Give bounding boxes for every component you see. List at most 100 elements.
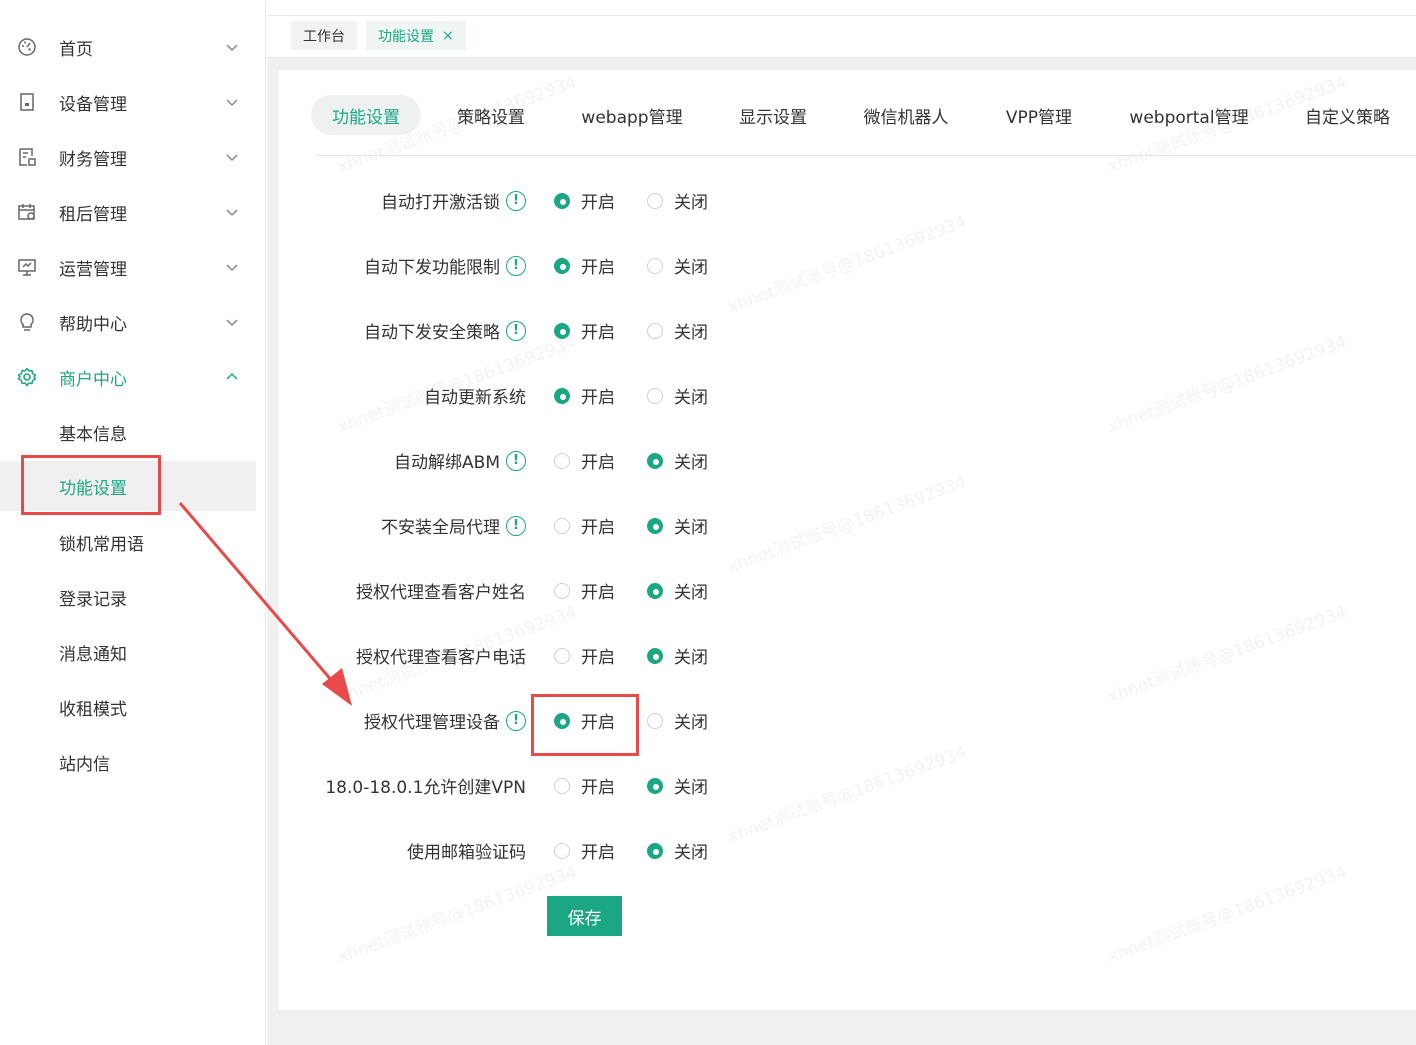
radio-disable[interactable]: 关闭 (647, 513, 708, 538)
settings-tab-wechat-bot[interactable]: 微信机器人 (853, 95, 959, 135)
radio-enable[interactable]: 开启 (554, 513, 615, 538)
chevron-down-icon (226, 99, 238, 107)
menu-item-home[interactable]: 首页 (0, 22, 266, 72)
menu-item-help-center[interactable]: 帮助中心 (0, 297, 266, 347)
setting-label: 授权代理查看客户电话 (356, 643, 526, 668)
setting-label-text: 自动更新系统 (424, 388, 526, 408)
menu-item-device-management[interactable]: 设备管理 (0, 77, 266, 127)
settings-tab-feature[interactable]: 功能设置 (311, 95, 421, 135)
sidebar-item-notifications[interactable]: 消息通知 (0, 627, 256, 677)
radio-enable[interactable]: 开启 (554, 838, 615, 863)
radio-dot[interactable] (647, 647, 663, 664)
radio-dot[interactable] (647, 322, 663, 339)
radio-label: 开启 (581, 518, 615, 538)
radio-dot[interactable] (647, 582, 663, 599)
menu-item-finance-management[interactable]: 财务管理 (0, 132, 266, 182)
radio-dot[interactable] (554, 517, 570, 534)
radio-dot[interactable] (554, 257, 570, 274)
radio-disable[interactable]: 关闭 (647, 643, 708, 668)
sidebar-item-login-records[interactable]: 登录记录 (0, 572, 256, 622)
save-button[interactable]: 保存 (547, 896, 622, 936)
radio-dot[interactable] (647, 777, 663, 794)
menu-item-post-rental-management[interactable]: 租后管理 (0, 187, 266, 237)
tab-workbench[interactable]: 工作台 (291, 21, 357, 50)
chevron-down-icon (226, 209, 238, 217)
radio-enable[interactable]: 开启 (554, 253, 615, 278)
radio-dot[interactable] (647, 712, 663, 729)
radio-dot[interactable] (554, 192, 570, 209)
radio-disable[interactable]: 关闭 (647, 578, 708, 603)
radio-dot[interactable] (647, 257, 663, 274)
menu-item-label: 运营管理 (59, 259, 127, 280)
info-icon[interactable]: ! (506, 710, 526, 731)
setting-label-text: 授权代理查看客户姓名 (356, 583, 526, 603)
radio-label: 开启 (581, 388, 615, 408)
info-icon[interactable]: ! (506, 515, 526, 536)
radio-disable[interactable]: 关闭 (647, 773, 708, 798)
radio-disable[interactable]: 关闭 (647, 708, 708, 733)
radio-dot[interactable] (647, 387, 663, 404)
sidebar-item-lock-phrases[interactable]: 锁机常用语 (0, 517, 256, 567)
device-icon (17, 92, 37, 112)
setting-label: 不安装全局代理! (381, 513, 526, 538)
settings-tab-webapp[interactable]: webapp管理 (571, 95, 693, 135)
radio-disable[interactable]: 关闭 (647, 448, 708, 473)
radio-disable[interactable]: 关闭 (647, 253, 708, 278)
settings-tab-custom-strategy[interactable]: 自定义策略 (1289, 95, 1406, 135)
info-icon[interactable]: ! (506, 255, 526, 276)
radio-dot[interactable] (554, 387, 570, 404)
menu-item-label: 设备管理 (59, 94, 127, 115)
radio-label: 开启 (581, 778, 615, 798)
radio-dot[interactable] (554, 452, 570, 469)
radio-disable[interactable]: 关闭 (647, 318, 708, 343)
radio-enable[interactable]: 开启 (554, 448, 615, 473)
radio-label: 开启 (581, 648, 615, 668)
radio-dot[interactable] (554, 842, 570, 859)
radio-enable[interactable]: 开启 (554, 773, 615, 798)
radio-dot[interactable] (554, 647, 570, 664)
settings-tab-webportal[interactable]: webportal管理 (1119, 95, 1259, 135)
radio-enable[interactable]: 开启 (554, 383, 615, 408)
sidebar-item-rent-mode[interactable]: 收租模式 (0, 682, 256, 732)
sub-item-label: 锁机常用语 (59, 534, 144, 555)
info-icon[interactable]: ! (506, 320, 526, 341)
radio-label: 关闭 (674, 843, 708, 863)
radio-label: 开启 (581, 193, 615, 213)
settings-tab-vpp[interactable]: VPP管理 (989, 95, 1089, 135)
close-icon[interactable]: × (442, 28, 454, 44)
setting-label-text: 自动打开激活锁 (381, 193, 500, 213)
info-icon[interactable]: ! (506, 190, 526, 211)
settings-tab-strategy[interactable]: 策略设置 (441, 95, 541, 135)
tab-feature-settings[interactable]: 功能设置 × (366, 21, 466, 50)
radio-dot[interactable] (647, 192, 663, 209)
radio-dot[interactable] (554, 582, 570, 599)
radio-dot[interactable] (554, 322, 570, 339)
setting-label-text: 自动下发功能限制 (364, 258, 500, 278)
sub-item-label: 登录记录 (59, 589, 127, 610)
sidebar: 首页 设备管理 财务管理 租后管理 运营管理 帮助中心 商户中心 基本信息 功能… (0, 0, 266, 1045)
page-tabs-bar: 工作台 功能设置 × (267, 16, 1416, 58)
radio-enable[interactable]: 开启 (554, 188, 615, 213)
setting-row: 自动解绑ABM! 开启 关闭 (300, 440, 800, 480)
radio-label: 关闭 (674, 583, 708, 603)
sidebar-item-site-messages[interactable]: 站内信 (0, 737, 256, 787)
radio-enable[interactable]: 开启 (554, 318, 615, 343)
radio-dot[interactable] (647, 517, 663, 534)
setting-label-text: 自动下发安全策略 (364, 323, 500, 343)
menu-item-merchant-center[interactable]: 商户中心 (0, 352, 266, 402)
radio-label: 关闭 (674, 323, 708, 343)
info-icon[interactable]: ! (506, 450, 526, 471)
radio-dot[interactable] (647, 842, 663, 859)
radio-disable[interactable]: 关闭 (647, 838, 708, 863)
menu-item-operations-management[interactable]: 运营管理 (0, 242, 266, 292)
setting-label-text: 自动解绑ABM (394, 453, 500, 473)
radio-disable[interactable]: 关闭 (647, 383, 708, 408)
sidebar-item-basic-info[interactable]: 基本信息 (0, 407, 256, 457)
radio-label: 开启 (581, 258, 615, 278)
radio-enable[interactable]: 开启 (554, 578, 615, 603)
radio-enable[interactable]: 开启 (554, 643, 615, 668)
settings-tab-display[interactable]: 显示设置 (723, 95, 823, 135)
radio-disable[interactable]: 关闭 (647, 188, 708, 213)
radio-dot[interactable] (554, 777, 570, 794)
radio-dot[interactable] (647, 452, 663, 469)
